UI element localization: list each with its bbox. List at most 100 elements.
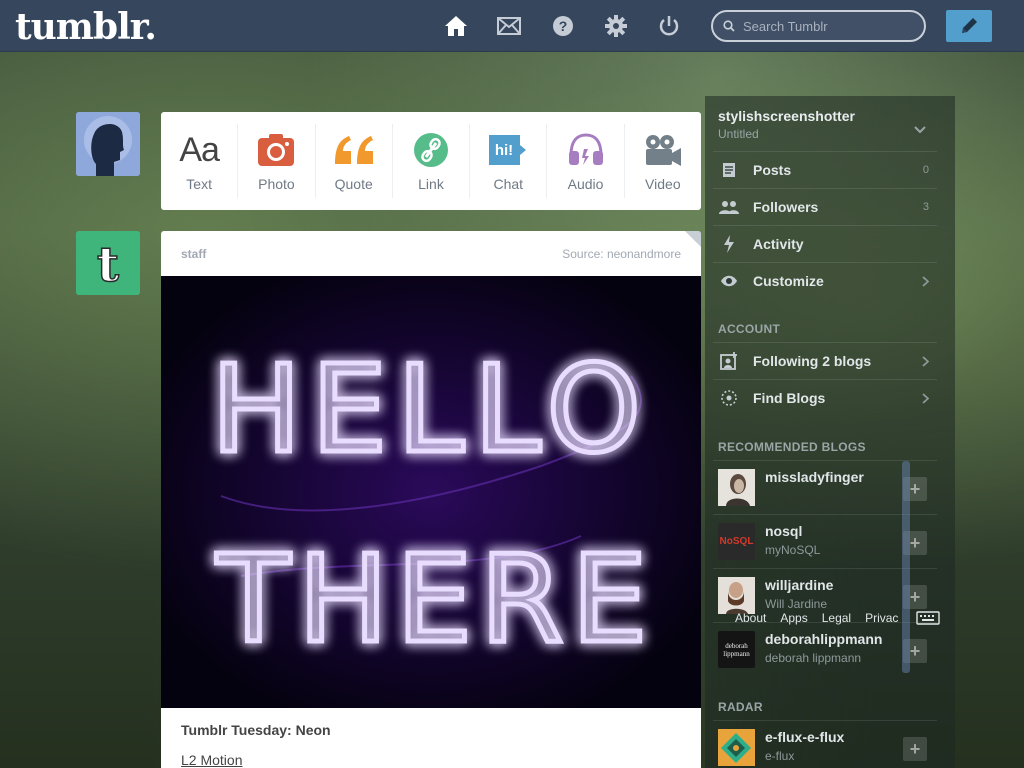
footer-link-legal[interactable]: Legal (822, 611, 851, 625)
chevron-right-icon (922, 275, 929, 287)
post-type-label: Audio (567, 176, 604, 192)
headphones-icon (567, 130, 605, 170)
sidebar-item-followers[interactable]: Followers 3 (713, 188, 937, 225)
blog-subtitle: Will Jardine (765, 597, 828, 611)
sidebar-item-following[interactable]: Following 2 blogs (713, 342, 937, 379)
blog-avatar-text: deborah lippmann (723, 641, 750, 658)
sidebar-item-label: Following 2 blogs (753, 353, 872, 369)
staff-avatar[interactable]: t (76, 231, 140, 295)
neon-text-line1: HELLO (211, 341, 651, 480)
post-card: staff Source: neonandmore HELLO THERE Tu… (161, 231, 701, 768)
blog-name: e-flux-e-flux (765, 729, 845, 745)
mail-icon[interactable] (497, 14, 521, 38)
home-icon[interactable] (444, 14, 468, 38)
compose-button[interactable] (946, 10, 992, 42)
post-type-photo[interactable]: Photo (238, 124, 316, 198)
footer-link-about[interactable]: About (735, 611, 766, 625)
recommended-heading: RECOMMENDED BLOGS (718, 440, 866, 454)
post-type-link[interactable]: Link (393, 124, 471, 198)
neon-text-line2: THERE (216, 531, 656, 670)
followers-count: 3 (922, 201, 929, 213)
blog-avatar (718, 577, 755, 614)
blog-avatar (718, 729, 755, 766)
blog-avatar: NoSQL (718, 523, 755, 560)
eye-icon (718, 275, 740, 287)
post-type-label: Link (418, 176, 444, 192)
sidebar-item-label: Posts (753, 162, 792, 178)
sidebar-item-activity[interactable]: Activity (713, 225, 937, 262)
radar-heading: RADAR (718, 700, 763, 714)
sidebar-item-label: Followers (753, 199, 819, 215)
post-author[interactable]: staff (181, 247, 206, 261)
blog-subtitle: Untitled (718, 127, 759, 141)
blog-avatar-text: NoSQL (719, 536, 754, 547)
compass-icon (718, 389, 740, 407)
post-type-video[interactable]: Video (625, 124, 701, 198)
post-link[interactable]: L2 Motion (181, 752, 242, 768)
recommended-scrollbar[interactable] (902, 461, 910, 673)
blog-name: missladyfinger (765, 469, 864, 485)
neon-sign-image: HELLO THERE (209, 339, 656, 673)
post-photo[interactable]: HELLO THERE (161, 276, 701, 708)
post-type-label: Video (645, 176, 681, 192)
right-sidebar: stylishscreenshotter Untitled Posts 0 Fo… (705, 96, 955, 768)
gear-icon[interactable] (604, 14, 628, 38)
help-icon[interactable]: ? (551, 14, 575, 38)
sidebar-item-posts[interactable]: Posts 0 (713, 151, 937, 188)
sidebar-item-find-blogs[interactable]: Find Blogs (713, 379, 937, 416)
user-avatar[interactable] (76, 112, 140, 176)
post-type-audio[interactable]: Audio (547, 124, 625, 198)
sidebar-item-label: Customize (753, 273, 824, 289)
svg-text:?: ? (559, 18, 568, 34)
sidebar-item-label: Find Blogs (753, 390, 826, 406)
sidebar-item-customize[interactable]: Customize (713, 262, 937, 299)
chevron-right-icon (922, 355, 929, 367)
blog-name: nosql (765, 523, 803, 539)
blog-avatar: deborah lippmann (718, 631, 755, 668)
post-source[interactable]: Source: neonandmore (562, 247, 681, 261)
footer-link-apps[interactable]: Apps (780, 611, 807, 625)
svg-text:hi!: hi! (495, 142, 513, 159)
blog-name: deborahlippmann (765, 631, 883, 647)
power-icon[interactable] (657, 14, 681, 38)
tumblr-logo[interactable]: tumblr. (15, 6, 157, 48)
search-icon (723, 20, 735, 32)
followers-icon (718, 200, 740, 214)
post-type-label: Chat (493, 176, 524, 192)
post-type-label: Quote (334, 176, 373, 192)
post-title: Tumblr Tuesday: Neon (181, 722, 331, 738)
chevron-down-icon[interactable] (914, 121, 926, 139)
posts-count: 0 (922, 164, 929, 176)
video-camera-icon (644, 130, 682, 170)
keyboard-icon[interactable] (916, 611, 940, 630)
following-icon (718, 352, 740, 370)
post-fold-corner (685, 231, 701, 247)
post-type-text[interactable]: Aa Text (161, 124, 239, 198)
footer-link-privacy[interactable]: Privac (865, 611, 898, 625)
link-icon (413, 130, 449, 170)
blog-subtitle: deborah lippmann (765, 651, 862, 665)
top-header: tumblr. ? (0, 0, 1024, 52)
post-type-bar: Aa Text Photo Quote Link hi! Chat Audio (161, 112, 701, 210)
post-type-label: Photo (258, 176, 295, 192)
posts-icon (718, 162, 740, 178)
blog-avatar (718, 469, 755, 506)
search-input[interactable] (743, 18, 913, 34)
post-header: staff Source: neonandmore (161, 231, 701, 276)
camera-icon (257, 130, 295, 170)
post-type-chat[interactable]: hi! Chat (470, 124, 548, 198)
search-box[interactable] (711, 10, 926, 42)
blog-subtitle: myNoSQL (765, 543, 821, 557)
blog-name[interactable]: stylishscreenshotter (718, 108, 855, 124)
footer-links: About Apps Legal Privac (735, 611, 898, 625)
post-type-label: Text (186, 176, 212, 192)
pencil-icon (962, 18, 977, 33)
svg-text:t: t (97, 237, 119, 293)
post-type-quote[interactable]: Quote (316, 124, 393, 198)
chat-icon: hi! (488, 130, 528, 170)
follow-button[interactable]: + (903, 737, 927, 761)
blog-subtitle: e-flux (765, 749, 795, 763)
account-heading: ACCOUNT (718, 322, 781, 336)
radar-blog[interactable]: e-flux-e-flux e-flux + (713, 720, 937, 768)
text-icon: Aa (179, 130, 220, 169)
